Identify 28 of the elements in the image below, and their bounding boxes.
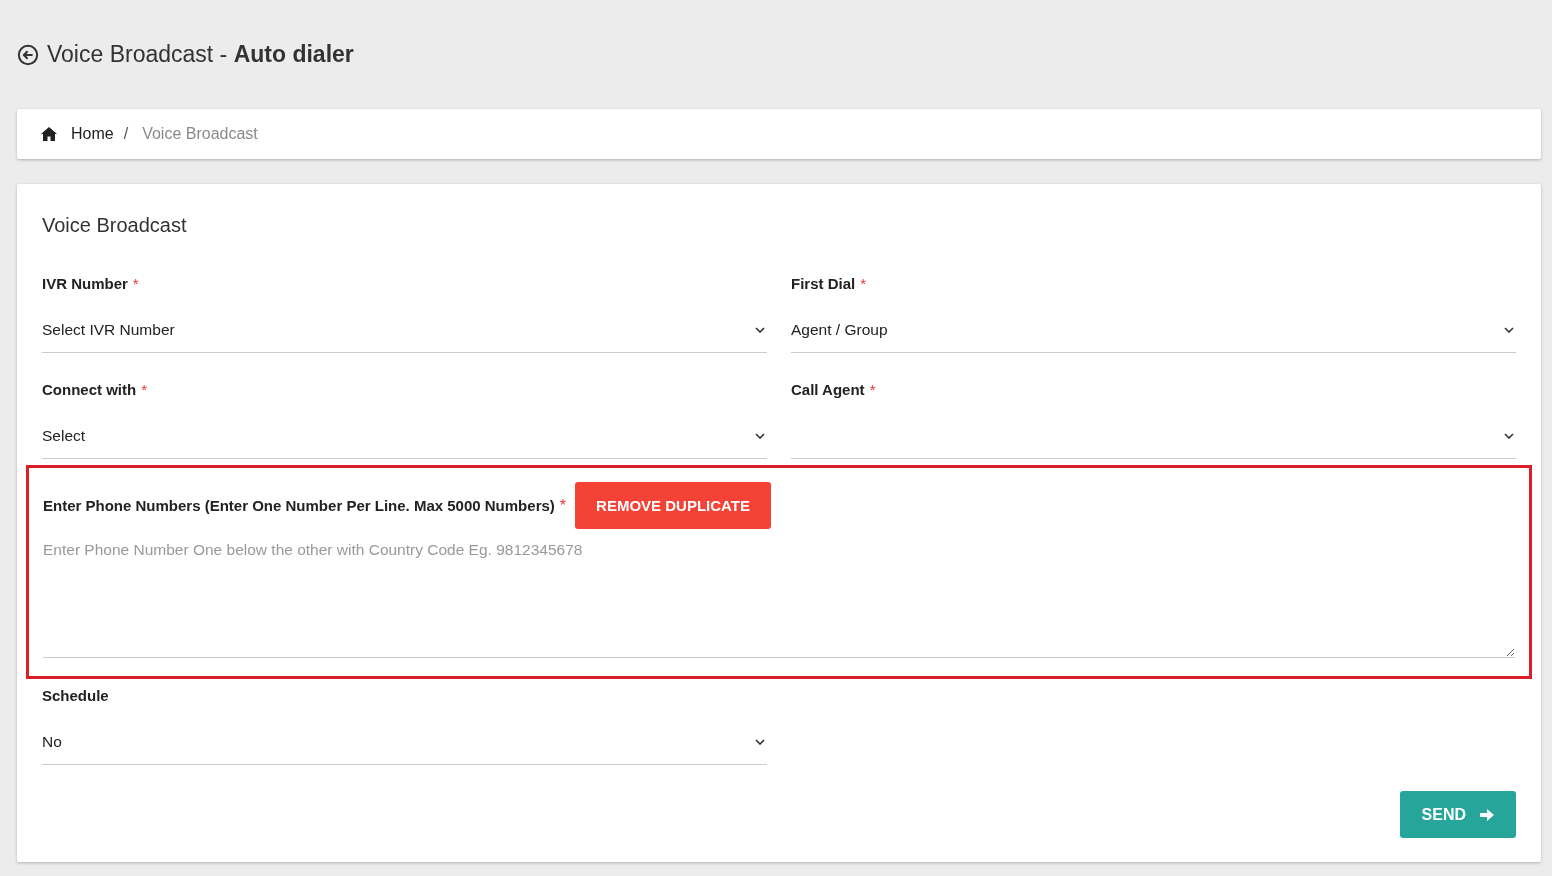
required-mark: * (559, 496, 567, 515)
breadcrumb-separator: / (123, 125, 129, 143)
field-label: Connect with (42, 381, 137, 398)
remove-duplicate-button[interactable]: REMOVE DUPLICATE (575, 482, 771, 529)
field-label: Schedule (42, 687, 109, 704)
required-mark: * (860, 275, 867, 292)
breadcrumb-current: Voice Broadcast (141, 125, 258, 143)
required-mark: * (869, 381, 876, 398)
chevron-down-icon (1504, 433, 1514, 439)
required-mark: * (141, 381, 147, 398)
field-label: First Dial (791, 275, 856, 292)
chevron-down-icon (755, 739, 765, 745)
field-label: Enter Phone Numbers (Enter One Number Per Line. Max 5000 Numbers) (43, 497, 555, 514)
field-label: IVR Number (42, 275, 128, 292)
arrow-right-icon (1480, 808, 1494, 821)
field-label: Call Agent (791, 381, 865, 398)
home-icon[interactable] (41, 127, 57, 141)
select-field[interactable]: Select IVR Number (42, 308, 767, 353)
required-mark: * (132, 275, 139, 292)
select-field[interactable]: Agent / Group (791, 308, 1516, 353)
select-field[interactable]: Select (42, 414, 767, 459)
chevron-down-icon (1504, 327, 1514, 333)
page-title: Voice Broadcast - Auto dialer (47, 41, 354, 68)
chevron-down-icon (755, 327, 765, 333)
form-title: Voice Broadcast (42, 214, 188, 237)
breadcrumb-link[interactable]: Home (67, 125, 114, 143)
select-field[interactable]: No (42, 720, 767, 765)
chevron-down-icon (755, 433, 765, 439)
